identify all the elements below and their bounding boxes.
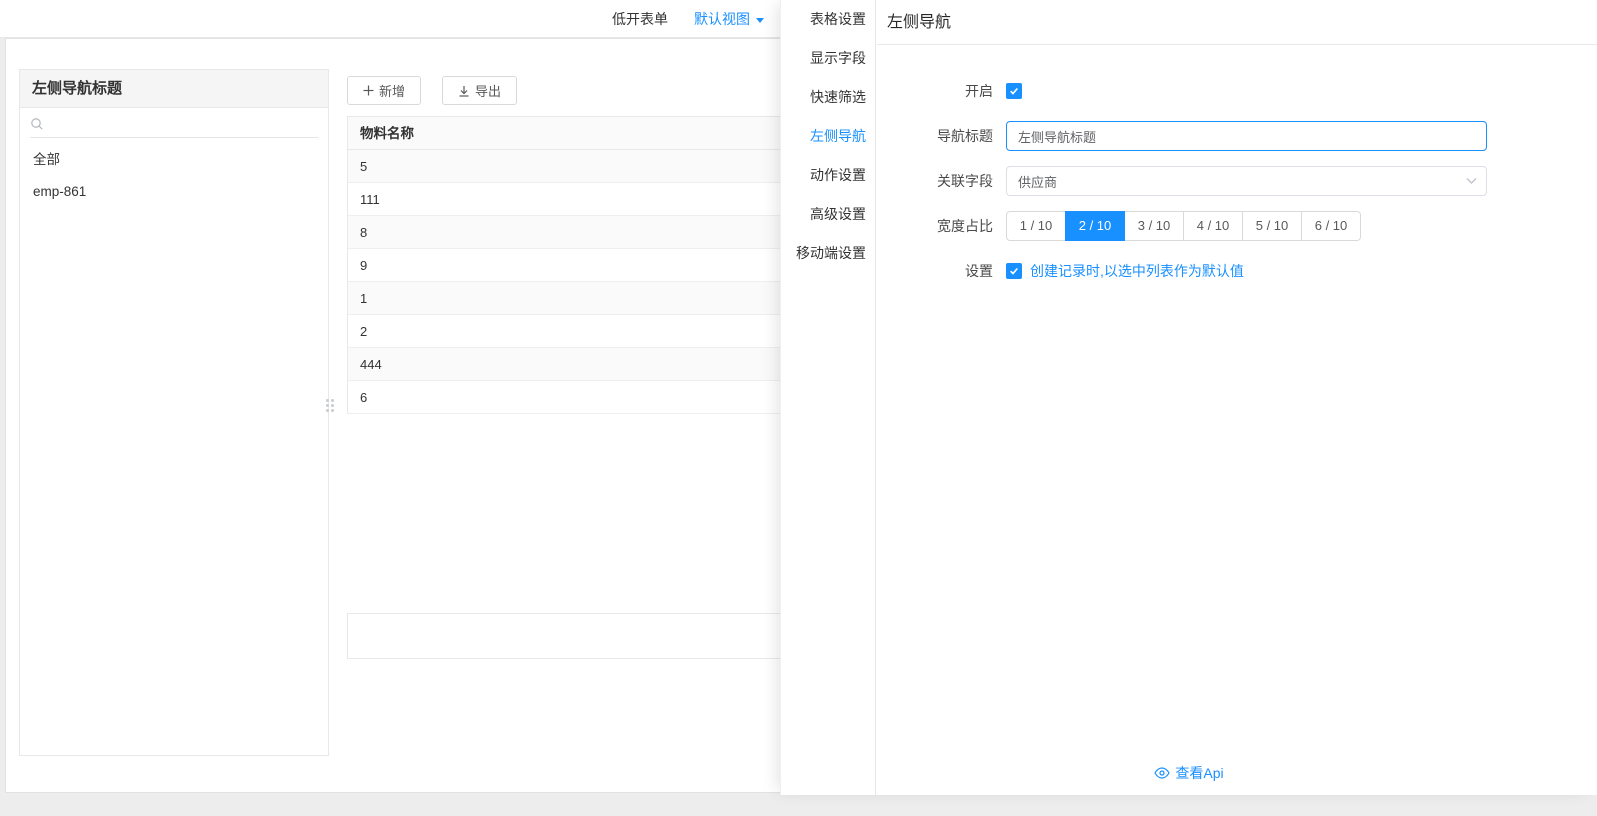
screen: 低开表单 默认视图 左侧导航标题 全部 emp-861 新增 导出 物料名称 5… [0, 0, 1597, 816]
add-button[interactable]: 新增 [347, 76, 422, 105]
drawer-title: 左侧导航 [877, 0, 1597, 45]
export-button-label: 导出 [475, 84, 502, 99]
tab-form[interactable]: 低开表单 [612, 9, 668, 29]
menu-item-display-fields[interactable]: 显示字段 [781, 39, 875, 78]
width-ratio-label: 宽度占比 [937, 218, 993, 234]
menu-item-mobile-settings[interactable]: 移动端设置 [781, 234, 875, 273]
chevron-down-icon [756, 17, 764, 23]
tab-default-view-label: 默认视图 [694, 11, 750, 27]
settings-label: 设置 [965, 263, 993, 279]
check-icon [1010, 87, 1018, 95]
search-icon [31, 117, 43, 130]
plus-icon [363, 85, 374, 96]
view-tabs: 低开表单 默认视图 [612, 0, 764, 38]
view-api-label: 查看Api [1175, 765, 1224, 781]
eye-icon [1154, 767, 1171, 779]
related-field-select[interactable]: 供应商 [1006, 166, 1487, 196]
width-option-5[interactable]: 5 / 10 [1242, 211, 1302, 241]
left-nav-settings-form: 开启 导航标题 关联字段 供应商 [877, 45, 1597, 286]
chevron-down-icon [1466, 178, 1477, 184]
nav-item-emp[interactable]: emp-861 [20, 176, 328, 208]
form-row-width-ratio: 宽度占比 1 / 10 2 / 10 3 / 10 4 / 10 5 / 10 … [877, 211, 1597, 241]
add-button-label: 新增 [379, 84, 406, 99]
width-option-4[interactable]: 4 / 10 [1183, 211, 1243, 241]
resize-handle[interactable] [326, 399, 334, 412]
settings-option-label[interactable]: 创建记录时,以选中列表作为默认值 [1030, 261, 1244, 281]
tab-form-label: 低开表单 [612, 11, 668, 27]
form-row-related-field: 关联字段 供应商 [877, 166, 1597, 196]
check-icon [1010, 267, 1018, 275]
form-row-enable: 开启 [877, 76, 1597, 106]
form-row-settings: 设置 创建记录时,以选中列表作为默认值 [877, 256, 1597, 286]
related-field-value: 供应商 [1018, 174, 1058, 190]
left-nav-list: 全部 emp-861 [20, 138, 328, 208]
menu-item-left-navigation[interactable]: 左侧导航 [781, 117, 875, 156]
width-ratio-group: 1 / 10 2 / 10 3 / 10 4 / 10 5 / 10 6 / 1… [1006, 211, 1361, 241]
drawer-content: 左侧导航 开启 导航标题 关联字段 [877, 0, 1597, 795]
left-nav-search [30, 116, 318, 138]
enable-checkbox[interactable] [1006, 83, 1022, 99]
enable-label: 开启 [965, 83, 993, 99]
nav-item-all[interactable]: 全部 [20, 144, 328, 176]
nav-title-label: 导航标题 [937, 128, 993, 144]
width-option-3[interactable]: 3 / 10 [1124, 211, 1184, 241]
search-input[interactable] [50, 116, 318, 131]
form-row-nav-title: 导航标题 [877, 121, 1597, 151]
nav-title-input[interactable] [1006, 121, 1487, 151]
width-option-6[interactable]: 6 / 10 [1301, 211, 1361, 241]
table-toolbar: 新增 导出 [347, 76, 518, 105]
settings-checkbox[interactable] [1006, 263, 1022, 279]
width-option-2[interactable]: 2 / 10 [1065, 211, 1125, 241]
menu-item-action-settings[interactable]: 动作设置 [781, 156, 875, 195]
settings-drawer: 表格设置 显示字段 快速筛选 左侧导航 动作设置 高级设置 移动端设置 左侧导航… [780, 0, 1597, 795]
menu-item-quick-filter[interactable]: 快速筛选 [781, 78, 875, 117]
related-field-label: 关联字段 [937, 173, 993, 189]
tab-default-view[interactable]: 默认视图 [694, 9, 764, 29]
drawer-menu: 表格设置 显示字段 快速筛选 左侧导航 动作设置 高级设置 移动端设置 [781, 0, 876, 795]
export-icon [459, 85, 469, 97]
view-api-link[interactable]: 查看Api [781, 763, 1597, 783]
left-nav-title: 左侧导航标题 [20, 70, 328, 108]
left-navigation-panel: 左侧导航标题 全部 emp-861 [19, 69, 329, 756]
export-button[interactable]: 导出 [442, 76, 518, 105]
menu-item-advanced-settings[interactable]: 高级设置 [781, 195, 875, 234]
width-option-1[interactable]: 1 / 10 [1006, 211, 1066, 241]
menu-item-table-settings[interactable]: 表格设置 [781, 0, 875, 39]
